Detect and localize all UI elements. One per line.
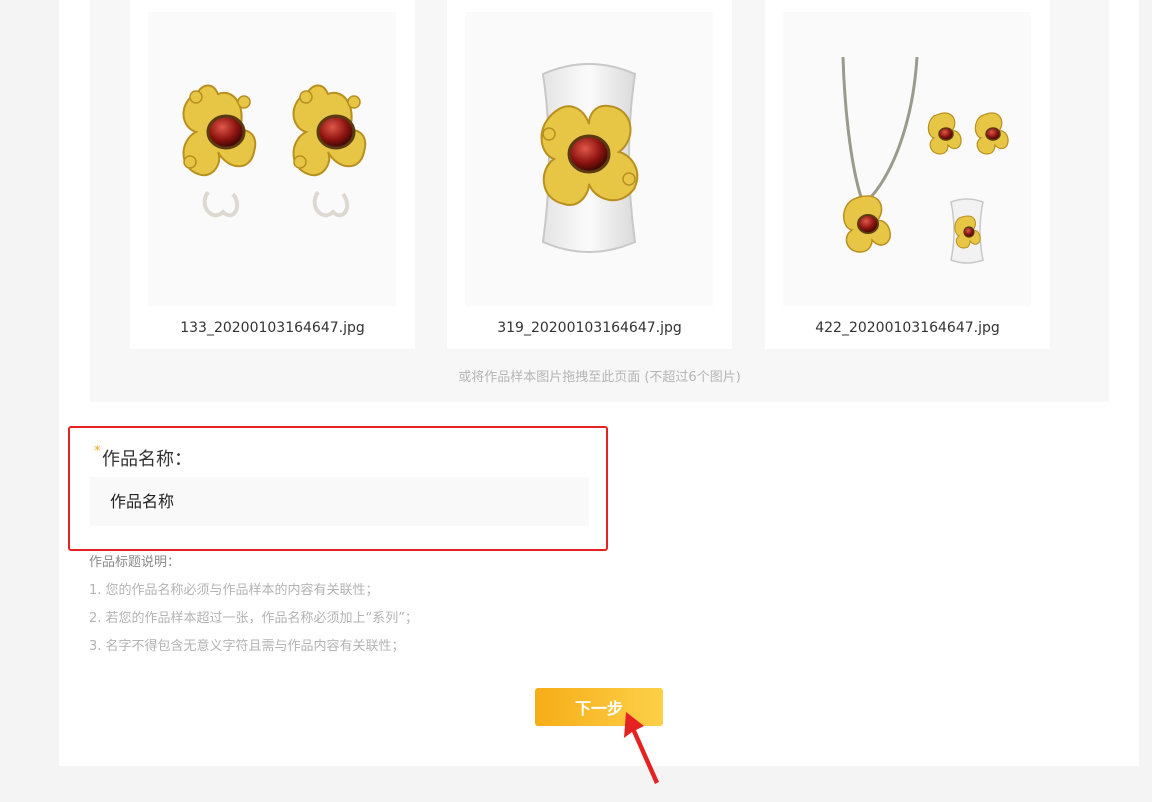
earrings-image — [148, 12, 396, 306]
sample-filename: 319_20200103164647.jpg — [497, 320, 682, 336]
work-name-label: 作品名称： — [102, 449, 192, 470]
sample-thumbnail[interactable]: 133_20200103164647.jpg — [130, 0, 415, 349]
sample-thumbnail[interactable]: 319_20200103164647.jpg — [447, 0, 732, 349]
note-item: 1. 您的作品名称必须与作品样本的内容有关联性； — [89, 583, 379, 598]
page: 133_20200103164647.jpg 319_2020010316464… — [0, 0, 1152, 802]
drop-hint: 或将作品样本图片拖拽至此页面 (不超过6个图片) — [458, 370, 741, 385]
ring-image — [465, 12, 713, 306]
jewelry-set-image — [783, 12, 1031, 306]
sample-filename: 422_20200103164647.jpg — [815, 320, 1000, 336]
sample-filename: 133_20200103164647.jpg — [180, 320, 365, 336]
note-item: 3. 名字不得包含无意义字符且需与作品内容有关联性； — [89, 639, 405, 654]
annotation-arrow-icon — [624, 712, 659, 784]
notes-title: 作品标题说明： — [89, 555, 181, 570]
required-mark: * — [94, 444, 101, 459]
work-name-input[interactable] — [90, 477, 589, 526]
note-item: 2. 若您的作品样本超过一张，作品名称必须加上“系列”； — [89, 611, 419, 626]
sample-upload-area[interactable]: 133_20200103164647.jpg 319_2020010316464… — [90, 0, 1109, 402]
work-name-section: * 作品名称： — [68, 426, 608, 551]
sample-thumbnail[interactable]: 422_20200103164647.jpg — [765, 0, 1050, 349]
